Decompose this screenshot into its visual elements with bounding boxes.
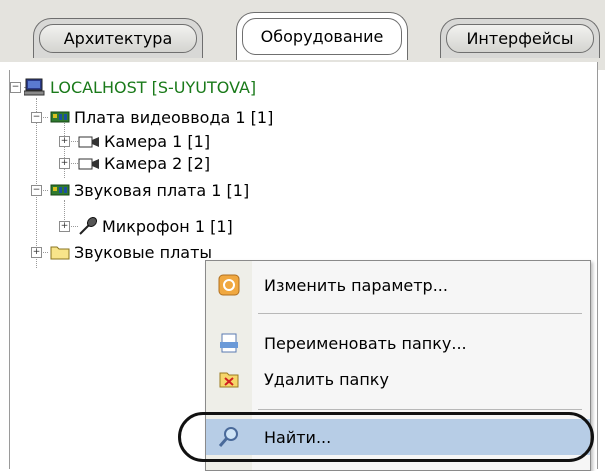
board-icon [50,182,70,198]
tab-interfaces[interactable]: Интерфейсы [440,18,600,58]
expand-toggle[interactable]: + [59,136,70,147]
tab-architecture[interactable]: Архитектура [33,18,203,58]
tree-node-label: LOCALHOST [S-UYUTOVA] [50,77,257,97]
tab-strip: Архитектура Оборудование Интерфейсы [0,0,605,70]
tree-node-camera-2[interactable]: Камера 2 [2] [78,152,210,174]
expand-toggle[interactable]: + [59,221,70,232]
tab-architecture-label: Архитектура [63,29,173,48]
menu-item-edit-parameter[interactable]: Изменить параметр... [206,267,590,303]
collapse-toggle[interactable]: − [31,112,42,123]
tree-node-label: Микрофон 1 [1] [102,216,233,236]
collapse-toggle[interactable]: − [31,185,42,196]
camera-icon [78,156,100,170]
tree-node-microphone[interactable]: Микрофон 1 [1] [78,215,233,237]
search-icon [218,426,240,448]
folder-icon [50,244,70,260]
context-menu: Изменить параметр... Переименовать папку… [205,260,591,471]
menu-item-label: Удалить папку [264,369,389,389]
collapse-toggle[interactable]: − [10,82,21,93]
computer-icon [23,78,46,96]
menu-separator [258,313,582,314]
menu-item-delete-folder[interactable]: Удалить папку [206,361,590,397]
tree-node-label: Плата видеоввода 1 [1] [74,107,274,127]
tab-equipment-label: Оборудование [260,27,384,46]
menu-item-label: Переименовать папку... [264,333,467,353]
tree-node-label: Звуковая плата 1 [1] [74,180,250,200]
menu-separator [258,409,582,410]
tree-node-camera-1[interactable]: Камера 1 [1] [78,130,210,152]
tree-line [36,98,37,268]
tree-node-localhost[interactable]: LOCALHOST [S-UYUTOVA] [23,76,257,98]
expand-toggle[interactable]: + [59,158,70,169]
tab-equipment[interactable]: Оборудование [236,12,408,60]
rename-folder-icon [218,332,240,354]
tree-node-sound-folder[interactable]: Звуковые платы [50,241,212,263]
tree-line [64,120,65,178]
tree-node-label: Камера 1 [1] [104,131,211,151]
menu-item-label: Изменить параметр... [264,275,448,295]
board-icon [50,109,70,125]
edit-parameter-icon [218,274,240,296]
tree-node-label: Камера 2 [2] [104,153,211,173]
panel-right-border [597,62,598,469]
tree-node-label: Звуковые платы [74,242,213,262]
panel-left-border [9,70,10,469]
menu-item-rename-folder[interactable]: Переименовать папку... [206,325,590,361]
menu-item-label: Найти... [264,427,332,447]
tree-node-video-board[interactable]: Плата видеоввода 1 [1] [50,106,273,128]
tree-node-sound-board[interactable]: Звуковая плата 1 [1] [50,179,249,201]
delete-folder-icon [218,368,240,390]
tab-interfaces-label: Интерфейсы [466,29,574,48]
menu-item-find[interactable]: Найти... [206,419,590,455]
camera-icon [78,134,100,148]
expand-toggle[interactable]: + [31,247,42,258]
microphone-icon [78,216,98,236]
